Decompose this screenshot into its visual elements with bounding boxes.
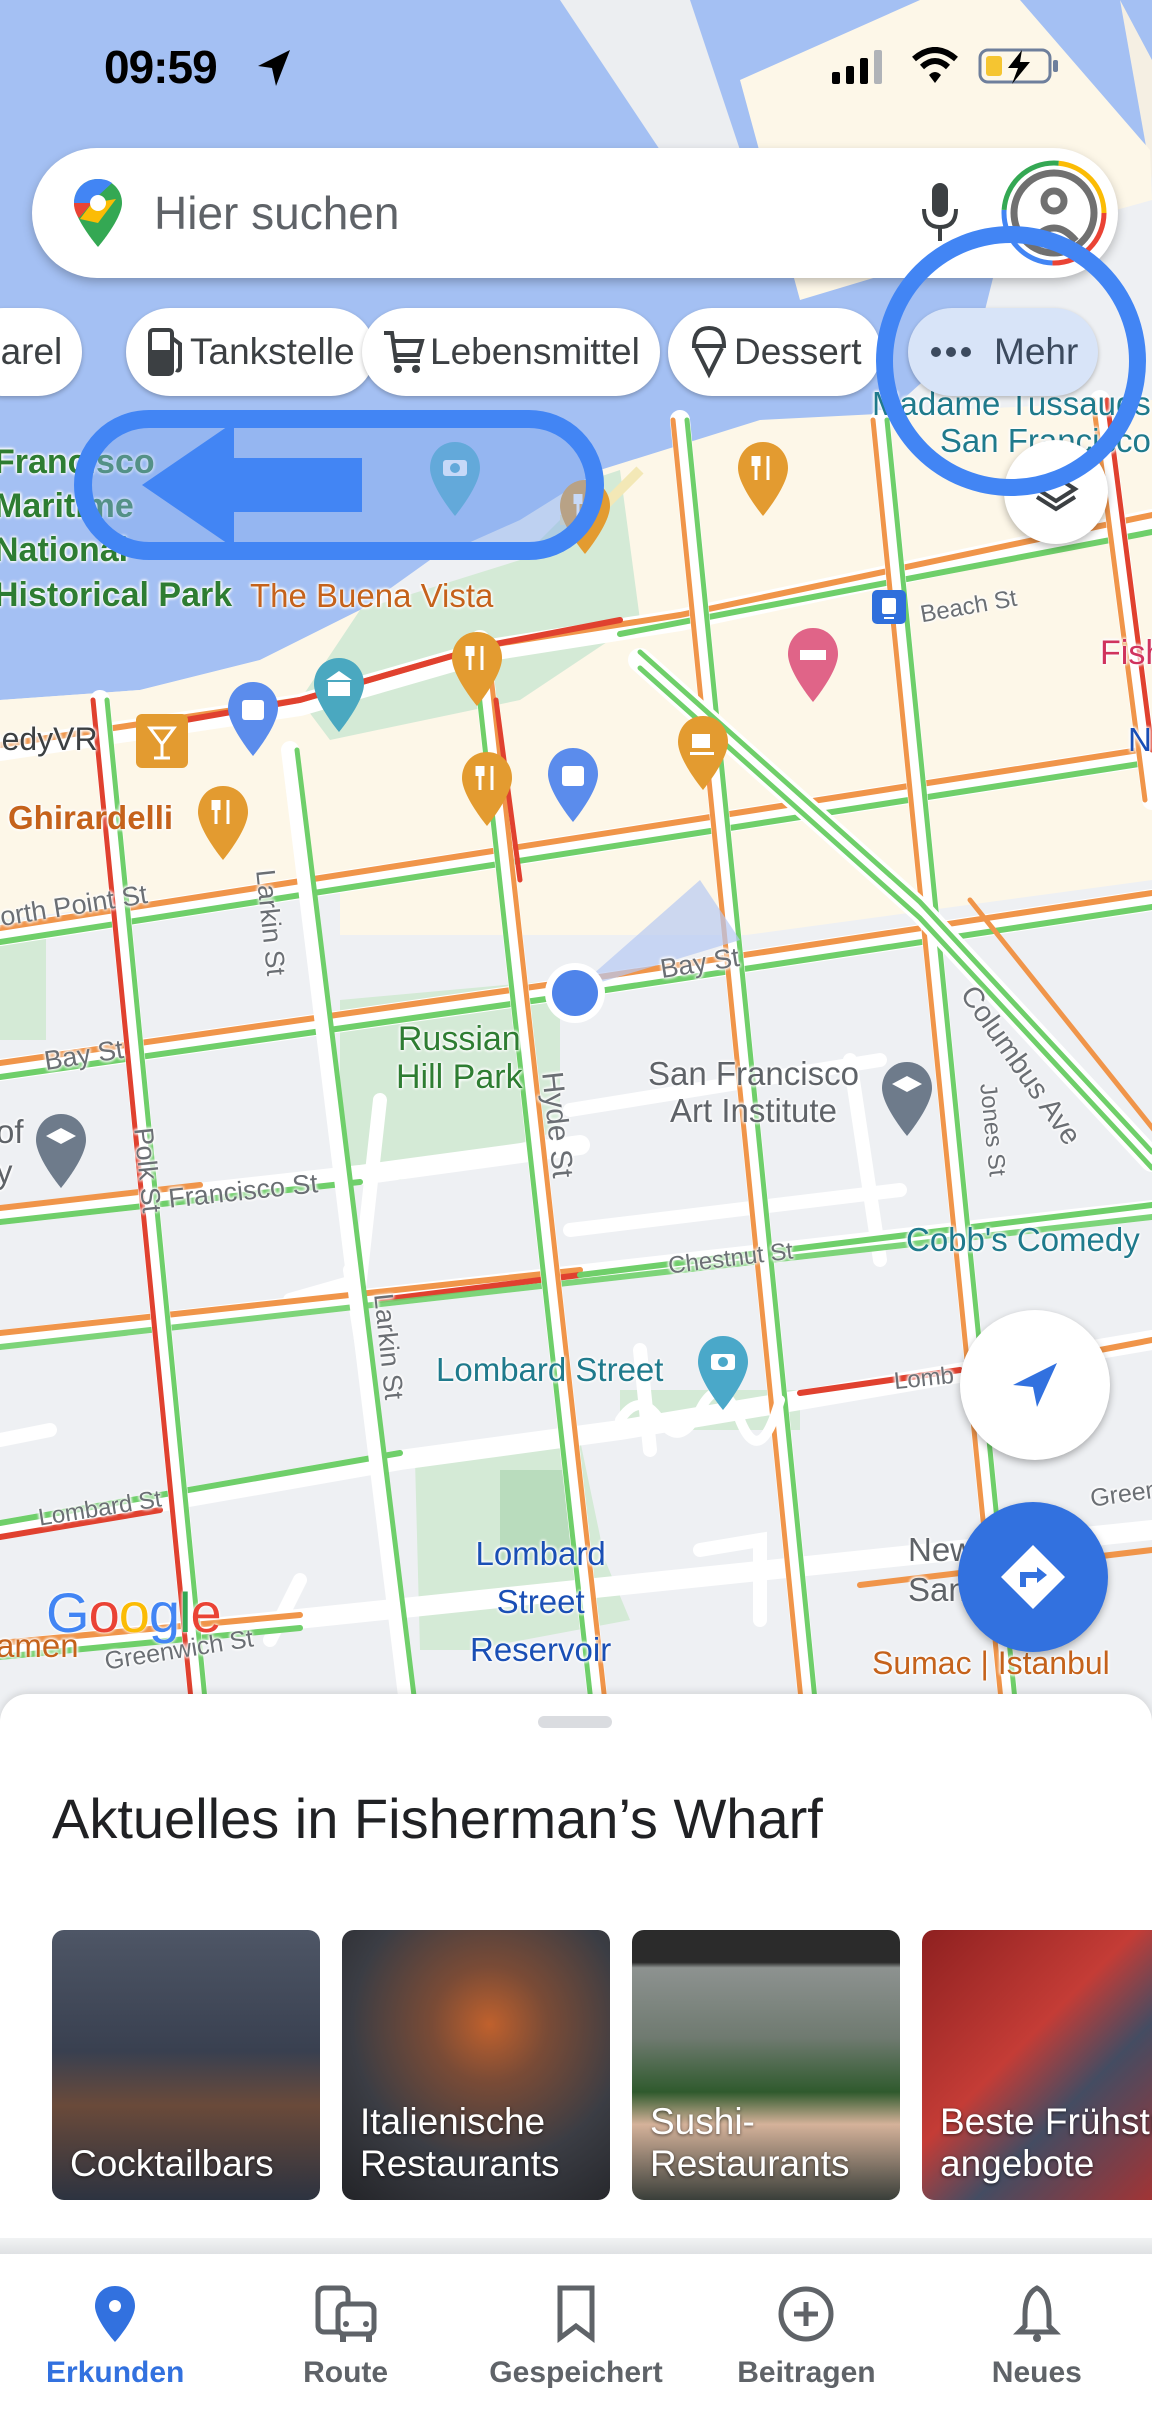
card-title: Italienische Restaurants: [360, 2100, 560, 2185]
chip-gas-station[interactable]: Tankstelle: [126, 308, 375, 396]
annotation-circle: [876, 226, 1146, 496]
label-russian-hill-park[interactable]: Russian Hill Park: [396, 1020, 523, 1096]
label-n[interactable]: N: [1128, 721, 1152, 759]
annotation-left-arrow-icon: [142, 428, 362, 542]
shopping-pin[interactable]: [546, 746, 600, 824]
restaurant-pin[interactable]: [450, 630, 504, 708]
label-school-left[interactable]: of y: [0, 1112, 24, 1191]
microphone-icon[interactable]: [920, 181, 960, 245]
annotation-oval: [74, 410, 604, 560]
label-cobbs-comedy[interactable]: Cobb's Comedy: [906, 1221, 1140, 1259]
status-time: 09:59: [104, 41, 218, 93]
tram-stop-marker[interactable]: [872, 590, 906, 624]
nav-saved[interactable]: Gespeichert: [461, 2254, 691, 2432]
cocktail-icon: [147, 726, 177, 760]
nav-route[interactable]: Route: [230, 2254, 460, 2432]
wifi-icon: [912, 47, 958, 83]
status-icons: [832, 46, 1062, 86]
nav-label: Erkunden: [46, 2356, 185, 2389]
nav-contribute[interactable]: Beitragen: [691, 2254, 921, 2432]
chip-dessert[interactable]: Dessert: [668, 308, 882, 396]
location-dot: [552, 970, 598, 1016]
label-ghirardelli[interactable]: Ghirardelli: [8, 799, 173, 837]
school-pin[interactable]: [34, 1112, 88, 1190]
restaurant-pin[interactable]: [736, 440, 790, 518]
cafe-pin[interactable]: [676, 714, 730, 792]
nav-label: Neues: [991, 2356, 1082, 2389]
cart-icon: [384, 331, 425, 373]
label-comedyvr[interactable]: ComedyVR: [0, 721, 98, 758]
bell-icon: [1012, 2285, 1061, 2342]
chip-groceries[interactable]: Lebensmittel: [362, 308, 660, 396]
cellular-signal-icon: [832, 50, 882, 84]
card-breakfast[interactable]: Beste Frühstücks- angebote: [922, 1930, 1152, 2200]
location-services-icon: [258, 50, 290, 86]
shopping-pin[interactable]: [226, 680, 280, 758]
nav-label: Route: [303, 2356, 389, 2389]
label-buena-vista[interactable]: The Buena Vista: [250, 577, 493, 615]
nav-label: Gespeichert: [489, 2356, 663, 2389]
nav-label: Beitragen: [737, 2356, 876, 2389]
sheet-title: Aktuelles in Fisherman’s Wharf: [52, 1787, 823, 1850]
navigation-arrow-icon: [1013, 1363, 1057, 1407]
hotel-pin[interactable]: [786, 626, 840, 704]
directions-icon: [1001, 1545, 1065, 1609]
nav-updates[interactable]: Neues: [922, 2254, 1152, 2432]
chip-label: Lebensmittel: [430, 331, 640, 372]
chip-label: Dessert: [734, 331, 862, 372]
explore-pin-icon: [95, 2286, 136, 2342]
bookmark-icon: [557, 2285, 595, 2343]
bottom-navigation: Erkunden Route Gespeichert Beitragen Neu…: [0, 2254, 1152, 2432]
ice-cream-icon: [691, 325, 727, 379]
category-cards: Cocktailbars Italienische Restaurants Su…: [52, 1930, 1152, 2200]
chip-label: Tankstelle: [190, 331, 355, 372]
card-title: Beste Frühstücks- angebote: [940, 2100, 1152, 2185]
school-pin[interactable]: [880, 1060, 934, 1138]
label-lombard-reservoir[interactable]: Lombard Street Reservoir: [470, 1530, 611, 1674]
explore-bottom-sheet[interactable]: Aktuelles in Fisherman’s Wharf Cocktailb…: [0, 1694, 1152, 2254]
directions-button[interactable]: [958, 1502, 1108, 1652]
search-input[interactable]: [154, 186, 920, 240]
chip-label: parel: [0, 331, 63, 372]
label-lombard-street[interactable]: Lombard Street: [436, 1351, 663, 1389]
tram-icon: [882, 598, 896, 619]
photo-spot-pin[interactable]: [696, 1334, 750, 1412]
card-italian-restaurants[interactable]: Italienische Restaurants: [342, 1930, 610, 2200]
add-circle-icon: [778, 2286, 834, 2342]
card-title: Sushi- Restaurants: [650, 2100, 850, 2185]
divider: [0, 2238, 1152, 2254]
restaurant-pin[interactable]: [460, 750, 514, 828]
label-sf-art-institute[interactable]: San Francisco Art Institute: [648, 1055, 859, 1130]
restaurant-pin[interactable]: [196, 784, 250, 862]
bar-marker[interactable]: [136, 714, 188, 768]
drag-handle[interactable]: [538, 1716, 612, 1728]
label-fisherman[interactable]: Fish: [1100, 634, 1152, 672]
card-title: Cocktailbars: [70, 2143, 274, 2185]
google-maps-logo-icon: [74, 179, 122, 247]
commute-icon: [315, 2285, 377, 2342]
museum-pin[interactable]: [312, 656, 366, 734]
google-logo: Google: [46, 1581, 222, 1644]
battery-charging-icon: [978, 48, 1058, 84]
label-sumac-istanbul[interactable]: Sumac | Istanbul: [872, 1645, 1110, 1682]
card-cocktailbars[interactable]: Cocktailbars: [52, 1930, 320, 2200]
card-sushi-restaurants[interactable]: Sushi- Restaurants: [632, 1930, 900, 2200]
my-location-button[interactable]: [960, 1310, 1110, 1460]
nav-explore[interactable]: Erkunden: [0, 2254, 230, 2432]
gas-station-icon: [148, 328, 182, 376]
